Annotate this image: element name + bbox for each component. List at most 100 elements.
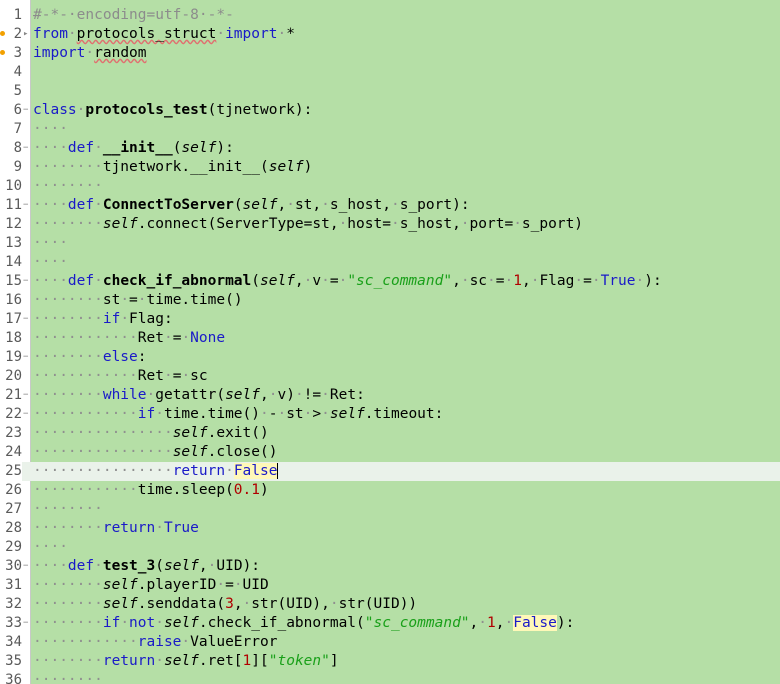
code-line[interactable]: 28 ········return·True xyxy=(0,519,780,538)
code-line[interactable]: 9 ········tjnetwork.__init__(self) xyxy=(0,158,780,177)
whitespace-marker: · xyxy=(321,387,330,403)
whitespace-marker: · xyxy=(233,577,243,593)
code-line[interactable]: 7 ···· xyxy=(0,120,780,139)
code-text: = xyxy=(225,577,234,593)
fold-toggle-icon[interactable]: − xyxy=(23,196,31,215)
whitespace-marker: · xyxy=(504,273,514,289)
line-number: 9 xyxy=(13,159,22,175)
fold-toggle-icon[interactable]: − xyxy=(23,272,31,291)
code-text: UID): xyxy=(216,558,261,574)
code-text: ····def·test_3(self,·UID): xyxy=(33,557,260,576)
whitespace-marker: ················ xyxy=(33,425,173,441)
code-text: ················self.exit() xyxy=(33,424,269,443)
code-line[interactable]: 2 ▸ from·protocols_struct·import·* xyxy=(0,25,780,44)
whitespace-marker: · xyxy=(155,406,164,422)
code-text: time.time() xyxy=(163,406,260,422)
line-number: 15 xyxy=(5,273,22,289)
whitespace-marker: ···· xyxy=(33,235,68,251)
code-line[interactable]: 22− ············if·time.time()·-·st·>·sel… xyxy=(0,405,780,424)
code-text: .exit() xyxy=(207,425,269,441)
fold-toggle-icon[interactable]: − xyxy=(23,557,31,576)
string-literal: "token" xyxy=(268,653,330,669)
code-line[interactable]: 8− ····def·__init__(self): xyxy=(0,139,780,158)
fold-toggle-icon[interactable]: − xyxy=(23,139,31,158)
definition-name: check_if_abnormal xyxy=(102,273,252,289)
whitespace-marker: ···· xyxy=(33,558,68,574)
whitespace-marker: · xyxy=(260,406,269,422)
code-line[interactable]: 6− class·protocols_test(tjnetwork): xyxy=(0,101,780,120)
code-line[interactable]: 11− ····def·ConnectToServer(self,·st,·s_h… xyxy=(0,196,780,215)
fold-toggle-icon[interactable]: − xyxy=(23,348,31,367)
whitespace-marker: · xyxy=(460,273,470,289)
code-text: * xyxy=(286,26,295,42)
number-literal: 1 xyxy=(487,615,496,631)
code-text: tjnetwork.__init__( xyxy=(102,159,269,175)
code-line[interactable]: 12 ········self.connect(ServerType=st,·ho… xyxy=(0,215,780,234)
code-text: ] xyxy=(329,653,339,669)
whitespace-marker: · xyxy=(181,634,191,650)
code-line[interactable]: 31 ········self.playerID·=·UID xyxy=(0,576,780,595)
definition-name: __init__ xyxy=(102,140,173,156)
code-line[interactable]: 3 import·random xyxy=(0,44,780,63)
whitespace-marker: · xyxy=(94,197,103,213)
fold-toggle-icon[interactable]: − xyxy=(23,405,31,424)
whitespace-marker: · xyxy=(513,216,522,232)
whitespace-marker: ···· xyxy=(33,539,68,555)
code-line[interactable]: 16 ········st·=·time.time() xyxy=(0,291,780,310)
code-line[interactable]: 25 ················return·False xyxy=(0,462,780,481)
code-line[interactable]: 13 ···· xyxy=(0,234,780,253)
code-text: ········ xyxy=(33,177,103,196)
code-line[interactable]: 29 ···· xyxy=(0,538,780,557)
code-line[interactable]: 30− ····def·test_3(self,·UID): xyxy=(0,557,780,576)
code-line[interactable]: 34 ············raise·ValueError xyxy=(0,633,780,652)
code-line[interactable]: 1 #-*-·encoding=utf-8·-*- xyxy=(0,6,780,25)
code-line[interactable]: 36 ········ xyxy=(0,671,780,684)
code-line[interactable]: 14 ···· xyxy=(0,253,780,272)
whitespace-marker: · xyxy=(338,216,348,232)
code-text: ········tjnetwork.__init__(self) xyxy=(33,158,312,177)
code-area[interactable]: 1 #-*-·encoding=utf-8·-*- 2 ▸ from·protocols… xyxy=(0,6,780,684)
code-editor[interactable]: 1 #-*-·encoding=utf-8·-*- 2 ▸ from·protocols… xyxy=(0,0,780,684)
code-line[interactable]: 17− ········if·Flag: xyxy=(0,310,780,329)
code-line[interactable]: 18 ············Ret·=·None xyxy=(0,329,780,348)
fold-toggle-icon[interactable]: − xyxy=(23,101,31,120)
self-keyword: self xyxy=(329,406,365,422)
code-text: , xyxy=(469,615,479,631)
code-text: ····def·ConnectToServer(self,·st,·s_host… xyxy=(33,196,470,215)
self-keyword: self xyxy=(102,577,138,593)
fold-toggle-icon[interactable]: − xyxy=(23,386,31,405)
code-line[interactable]: 4 xyxy=(0,63,780,82)
code-text: s_host, xyxy=(329,197,391,213)
code-line[interactable]: 5 xyxy=(0,82,780,101)
code-line[interactable]: 10 ········ xyxy=(0,177,780,196)
code-line[interactable]: 20 ············Ret·=·sc xyxy=(0,367,780,386)
code-line[interactable]: 35 ········return·self.ret[1]["token"] xyxy=(0,652,780,671)
code-line[interactable]: 33− ········if·not·self.check_if_abnormal… xyxy=(0,614,780,633)
code-line[interactable]: 19− ········else: xyxy=(0,348,780,367)
line-number: 36 xyxy=(5,672,22,684)
code-line[interactable]: 21− ········while·getattr(self,·v)·!=·Ret… xyxy=(0,386,780,405)
fold-toggle-icon[interactable]: − xyxy=(23,310,31,329)
code-text: s_port): xyxy=(399,197,470,213)
whitespace-marker: · xyxy=(137,292,147,308)
definition-name: ConnectToServer xyxy=(102,197,234,213)
code-line[interactable]: 23 ················self.exit() xyxy=(0,424,780,443)
code-text: ············raise·ValueError xyxy=(33,633,277,652)
whitespace-marker: ············ xyxy=(33,330,138,346)
line-number: 18 xyxy=(5,330,22,346)
code-text: > xyxy=(312,406,322,422)
whitespace-marker: ········ xyxy=(33,178,103,194)
builtin-constant: True xyxy=(600,273,636,289)
whitespace-marker: · xyxy=(120,311,130,327)
code-line[interactable]: 26 ············time.sleep(0.1) xyxy=(0,481,780,500)
keyword: def xyxy=(67,197,95,213)
line-number: 10 xyxy=(5,178,22,194)
code-line[interactable]: 15− ····def·check_if_abnormal(self,·v·=·"… xyxy=(0,272,780,291)
fold-toggle-icon[interactable]: − xyxy=(23,614,31,633)
code-line[interactable]: 24 ················self.close() xyxy=(0,443,780,462)
number-literal: 1 xyxy=(513,273,522,289)
code-line[interactable]: 27 ········ xyxy=(0,500,780,519)
fold-toggle-icon[interactable]: ▸ xyxy=(23,25,31,44)
code-line[interactable]: 32 ········self.senddata(3,·str(UID),·str… xyxy=(0,595,780,614)
code-text: ········self.connect(ServerType=st,·host… xyxy=(33,215,583,234)
